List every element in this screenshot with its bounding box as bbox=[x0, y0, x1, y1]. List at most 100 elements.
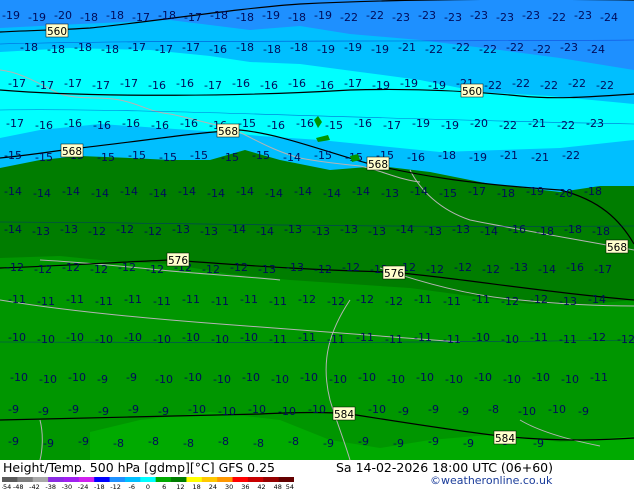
temperature-label: -22 bbox=[568, 77, 586, 90]
temperature-label: -10 bbox=[474, 371, 492, 384]
scale-swatch bbox=[17, 477, 34, 482]
temperature-label: -15 bbox=[325, 119, 343, 132]
temperature-label: -11 bbox=[124, 293, 142, 306]
temperature-label: -12 bbox=[62, 261, 80, 274]
temperature-label: -12 bbox=[202, 263, 220, 276]
temperature-label: -22 bbox=[533, 43, 551, 56]
temperature-label: -13 bbox=[172, 223, 190, 236]
temperature-label: -11 bbox=[8, 293, 26, 306]
temperature-label: -14 bbox=[410, 185, 428, 198]
temperature-label: -12 bbox=[342, 261, 360, 274]
temperature-label: -9 bbox=[533, 437, 544, 450]
temperature-label: -19 bbox=[344, 41, 362, 54]
temperature-label: -9 bbox=[126, 371, 137, 384]
temperature-label: -16 bbox=[508, 223, 526, 236]
temperature-label: -16 bbox=[64, 117, 82, 130]
temperature-label: -11 bbox=[298, 331, 316, 344]
temperature-label: -17 bbox=[8, 77, 26, 90]
temperature-label: -20 bbox=[555, 187, 573, 200]
map-footer: Height/Temp. 500 hPa [gdmp][°C] GFS 0.25… bbox=[0, 460, 634, 490]
scale-swatch bbox=[155, 477, 172, 482]
temperature-label: -9 bbox=[323, 437, 334, 450]
scale-tick-label: 54 bbox=[286, 483, 294, 490]
temperature-label: -12 bbox=[327, 295, 345, 308]
temperature-label: -23 bbox=[560, 41, 578, 54]
temperature-label: -14 bbox=[120, 185, 138, 198]
temperature-label: -22 bbox=[340, 11, 358, 24]
temperature-label: -15 bbox=[35, 151, 53, 164]
temperature-label: -10 bbox=[184, 371, 202, 384]
temperature-label: -13 bbox=[286, 261, 304, 274]
temperature-label: -20 bbox=[54, 9, 72, 22]
temperature-label: -13 bbox=[284, 223, 302, 236]
temperature-label: -16 bbox=[407, 151, 425, 164]
height-label: 568 bbox=[607, 242, 627, 254]
height-label: 576 bbox=[168, 255, 188, 267]
temperature-label: -9 bbox=[458, 405, 469, 418]
temperature-label: -14 bbox=[588, 293, 606, 306]
temperature-label: -12 bbox=[501, 295, 519, 308]
temperature-label: -11 bbox=[182, 293, 200, 306]
temperature-label: -15 bbox=[252, 149, 270, 162]
temperature-label: -14 bbox=[294, 185, 312, 198]
temperature-label: -18 bbox=[158, 9, 176, 22]
temperature-label: -18 bbox=[536, 225, 554, 238]
temperature-label: -16 bbox=[232, 77, 250, 90]
scale-tick-label: 18 bbox=[193, 483, 201, 490]
temperature-label: -19 bbox=[428, 79, 446, 92]
temperature-label: -10 bbox=[503, 373, 521, 386]
temperature-label: -12 bbox=[588, 331, 606, 344]
temperature-label: -18 bbox=[263, 43, 281, 56]
scale-swatch bbox=[109, 477, 126, 482]
temperature-label: -22 bbox=[562, 149, 580, 162]
scale-swatch bbox=[247, 477, 264, 482]
temperature-label: -10 bbox=[387, 373, 405, 386]
temperature-label: -17 bbox=[182, 41, 200, 54]
temperature-label: -10 bbox=[278, 405, 296, 418]
temperature-label: -15 bbox=[97, 151, 115, 164]
temperature-label: -12 bbox=[298, 293, 316, 306]
temperature-label: -14 bbox=[265, 187, 283, 200]
temperature-label: -10 bbox=[37, 333, 55, 346]
temperature-label: -17 bbox=[344, 77, 362, 90]
temperature-label: -11 bbox=[414, 331, 432, 344]
temperature-label: -9 bbox=[8, 403, 19, 416]
height-label: 584 bbox=[495, 433, 515, 445]
temperature-label: -15 bbox=[159, 151, 177, 164]
temperature-label: -10 bbox=[182, 331, 200, 344]
temperature-label: -12 bbox=[144, 225, 162, 238]
temperature-label: -19 bbox=[372, 79, 390, 92]
height-label: 584 bbox=[334, 409, 354, 421]
temperature-label: -10 bbox=[10, 371, 28, 384]
temperature-label: -19 bbox=[314, 9, 332, 22]
temperature-label: -9 bbox=[358, 435, 369, 448]
temperature-label: -9 bbox=[158, 405, 169, 418]
temperature-label: -10 bbox=[308, 403, 326, 416]
temperature-label: -24 bbox=[587, 43, 605, 56]
temperature-label: -20 bbox=[470, 117, 488, 130]
temperature-label: -12 bbox=[6, 261, 24, 274]
scale-tick-label: -24 bbox=[78, 483, 89, 490]
temperature-label: -9 bbox=[43, 437, 54, 450]
temperature-label: -8 bbox=[288, 435, 299, 448]
temperature-label: -22 bbox=[596, 79, 614, 92]
temperature-label: -10 bbox=[271, 373, 289, 386]
temperature-label: -19 bbox=[526, 185, 544, 198]
temperature-label: -10 bbox=[501, 333, 519, 346]
temperature-label: -10 bbox=[518, 405, 536, 418]
temperature-label: -16 bbox=[176, 77, 194, 90]
temperature-label: -12 bbox=[116, 223, 134, 236]
temperature-label: -12 bbox=[90, 263, 108, 276]
temperature-label: -14 bbox=[4, 223, 22, 236]
temperature-label: -14 bbox=[178, 185, 196, 198]
temperature-label: -9 bbox=[38, 405, 49, 418]
temperature-label: -23 bbox=[586, 117, 604, 130]
scale-swatch bbox=[217, 477, 234, 482]
temperature-label: -18 bbox=[564, 223, 582, 236]
temperature-label: -15 bbox=[190, 149, 208, 162]
temperature-label: -21 bbox=[528, 117, 546, 130]
temperature-label: -17 bbox=[468, 185, 486, 198]
scale-swatch bbox=[32, 477, 49, 482]
temperature-label: -15 bbox=[238, 117, 256, 130]
site-credit[interactable]: ©weatheronline.co.uk bbox=[430, 474, 552, 487]
